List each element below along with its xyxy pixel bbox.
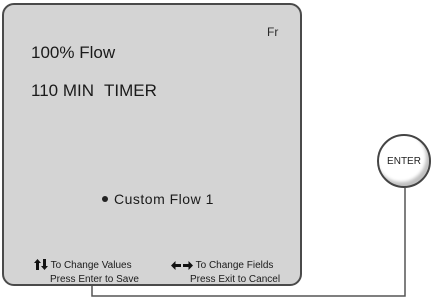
left-right-arrows-icon bbox=[171, 260, 196, 271]
bullet-icon bbox=[102, 196, 108, 202]
selected-profile: Custom Flow 1 bbox=[102, 191, 214, 207]
lcd-screen: Fr 100% Flow 110 MIN TIMER Custom Flow 1 … bbox=[2, 3, 302, 286]
timer-readout: 110 MIN TIMER bbox=[31, 81, 157, 101]
timer-value: 110 MIN bbox=[31, 81, 94, 100]
up-down-arrows-icon bbox=[34, 259, 51, 271]
hint-change-values-text: To Change Values bbox=[50, 260, 132, 271]
hint-cancel: Press Exit to Cancel bbox=[190, 274, 281, 285]
hint-save: Press Enter to Save bbox=[50, 274, 139, 285]
enter-button-label: ENTER bbox=[387, 155, 421, 167]
flow-readout: 100% Flow bbox=[31, 43, 116, 62]
language-indicator: Fr bbox=[267, 25, 279, 39]
timer-label: TIMER bbox=[104, 81, 157, 100]
profile-label: Custom Flow 1 bbox=[114, 191, 214, 207]
enter-button[interactable]: ENTER bbox=[377, 134, 431, 188]
hint-change-values: To Change Values bbox=[34, 259, 132, 272]
hint-change-fields-text: To Change Fields bbox=[195, 260, 274, 271]
hint-change-fields: To Change Fields bbox=[171, 259, 273, 272]
